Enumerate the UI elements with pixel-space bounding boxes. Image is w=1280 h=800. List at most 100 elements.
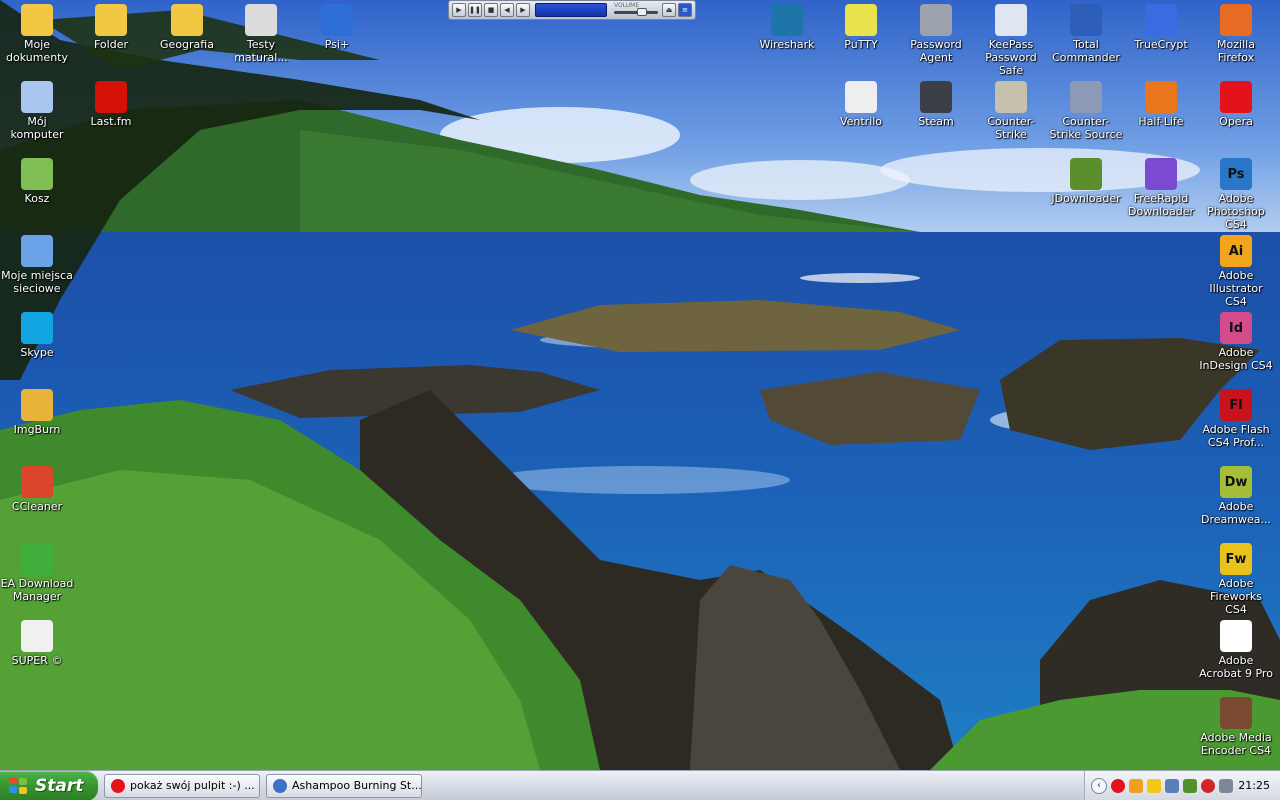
wireshark-icon	[771, 4, 803, 36]
desktop-icon-label: CCleaner	[11, 500, 63, 513]
desktop-icon[interactable]: Last.fm	[74, 79, 148, 128]
indesign-icon: Id	[1220, 312, 1252, 344]
desktop-icon-label: Adobe Illustrator CS4	[1209, 269, 1263, 308]
desktop-icon-label: Folder	[94, 38, 128, 51]
desktop-icon[interactable]: PuTTY	[824, 2, 898, 51]
firefox-icon	[1220, 4, 1252, 36]
desktop-icon[interactable]: Password Agent	[899, 2, 973, 64]
desktop-icon[interactable]: Dw Adobe Dreamwea...	[1199, 464, 1273, 526]
password-agent-icon	[920, 4, 952, 36]
desktop-icon[interactable]: CCleaner	[0, 464, 74, 513]
desktop-icon[interactable]: Mozilla Firefox	[1199, 2, 1273, 64]
desktop-icon[interactable]: Skype	[0, 310, 74, 359]
icon-glyph: Ai	[1228, 243, 1244, 259]
next-icon[interactable]: ▶	[516, 3, 530, 17]
freerapid-icon	[1145, 158, 1177, 190]
desktop-icon[interactable]: Counter-Strike Source	[1049, 79, 1123, 141]
desktop-icon[interactable]: Kosz	[0, 156, 74, 205]
desktop-icon-label: Half-Life	[1138, 115, 1184, 128]
desktop-icon[interactable]: Mój komputer	[0, 79, 74, 141]
dreamweaver-icon: Dw	[1220, 466, 1252, 498]
desktop-icon[interactable]: KeePass Password Safe	[974, 2, 1048, 77]
desktop-icon[interactable]: ImgBurn	[0, 387, 74, 436]
opera-tray-icon[interactable]	[1111, 778, 1125, 793]
taskbar-button[interactable]: pokaż swój pulpit :-) ...	[104, 773, 260, 798]
ashampoo-icon	[273, 778, 287, 793]
icon-glyph: Fl	[1229, 397, 1243, 413]
psi-plus-icon	[321, 4, 353, 36]
desktop-icon[interactable]: Fl Adobe Flash CS4 Prof...	[1199, 387, 1273, 449]
desktop-icon[interactable]: Moje dokumenty	[0, 2, 74, 64]
network-tray-icon[interactable]	[1165, 778, 1179, 793]
pause-icon[interactable]: ❚❚	[468, 3, 482, 17]
opera-icon	[1220, 81, 1252, 113]
desktop-icon[interactable]: Psi+	[300, 2, 374, 51]
start-label: Start	[35, 775, 84, 796]
icon-glyph: Id	[1228, 320, 1244, 336]
desktop-icon[interactable]: Testy matural...	[224, 2, 298, 64]
desktop-icon-label: Geografia	[160, 38, 214, 51]
desktop-icon[interactable]: Id Adobe InDesign CS4	[1199, 310, 1273, 372]
favorites-tray-icon[interactable]	[1147, 778, 1161, 793]
taskbar-button[interactable]: Ashampoo Burning St...	[266, 773, 422, 798]
desktop-icon[interactable]: Folder	[74, 2, 148, 51]
desktop-icon[interactable]: TrueCrypt	[1124, 2, 1198, 51]
jdownloader-icon	[1070, 158, 1102, 190]
steam-icon	[920, 81, 952, 113]
desktop-icon-label: PuTTY	[844, 38, 878, 51]
desktop-icon-label: Adobe Acrobat 9 Pro	[1199, 654, 1273, 680]
stop-icon[interactable]: ■	[484, 3, 498, 17]
start-button[interactable]: Start	[0, 770, 98, 800]
downloader-tray-icon[interactable]	[1183, 778, 1197, 793]
tray-expand-icon[interactable]: ‹	[1091, 777, 1107, 794]
desktop-icon[interactable]: FreeRapid Downloader	[1124, 156, 1198, 218]
volume-tray-icon[interactable]	[1219, 778, 1233, 793]
desktop-icon-label: Kosz	[24, 192, 50, 205]
desktop-icon[interactable]: Adobe Media Encoder CS4	[1199, 695, 1273, 757]
desktop-icon-label: Wireshark	[759, 38, 815, 51]
volume-track	[614, 11, 658, 14]
system-tray: ‹ 21:25	[1084, 770, 1280, 800]
recycle-bin-icon	[21, 158, 53, 190]
my-computer-icon	[21, 81, 53, 113]
half-life-icon	[1145, 81, 1177, 113]
desktop-icon[interactable]: Ps Adobe Photoshop CS4	[1199, 156, 1273, 231]
ea-icon	[21, 543, 53, 575]
icon-glyph: Ps	[1227, 166, 1245, 182]
desktop-icon[interactable]: Fw Adobe Fireworks CS4	[1199, 541, 1273, 616]
icon-glyph: Fw	[1225, 551, 1247, 567]
desktop-icon-label: Adobe Flash CS4 Prof...	[1202, 423, 1270, 449]
ventrilo-icon	[845, 81, 877, 113]
desktop-icon[interactable]: Counter-Strike	[974, 79, 1048, 141]
desktop-icon[interactable]: Half-Life	[1124, 79, 1198, 128]
player-menu-icon[interactable]: ≡	[678, 3, 692, 17]
desktop-icon[interactable]: SUPER ©	[0, 618, 74, 667]
desktop-icon[interactable]: EA Download Manager	[0, 541, 74, 603]
desktop-icon-label: Moje miejsca sieciowe	[1, 269, 73, 295]
desktop-icon[interactable]: Adobe Acrobat 9 Pro	[1199, 618, 1273, 680]
desktop-icon[interactable]: Moje miejsca sieciowe	[0, 233, 74, 295]
fireworks-icon: Fw	[1220, 543, 1252, 575]
eject-icon[interactable]: ⏏	[662, 3, 676, 17]
desktop-icon-label: Adobe Media Encoder CS4	[1200, 731, 1272, 757]
previous-icon[interactable]: ◀	[500, 3, 514, 17]
volume-knob[interactable]	[637, 8, 647, 16]
media-encoder-icon	[1220, 697, 1252, 729]
desktop-icon[interactable]: JDownloader	[1049, 156, 1123, 205]
antivirus-tray-icon[interactable]	[1201, 778, 1215, 793]
opera-icon	[111, 778, 125, 793]
desktop-icon[interactable]: Total Commander	[1049, 2, 1123, 64]
desktop-icon[interactable]: Opera	[1199, 79, 1273, 128]
media-tray-icon[interactable]	[1129, 778, 1143, 793]
desktop-icon[interactable]: Steam	[899, 79, 973, 128]
desktop-icon[interactable]: Ventrilo	[824, 79, 898, 128]
desktop-icon-label: Adobe Photoshop CS4	[1207, 192, 1265, 231]
desktop-icon-label: Total Commander	[1052, 38, 1120, 64]
flash-icon: Fl	[1220, 389, 1252, 421]
desktop-icon[interactable]: Geografia	[150, 2, 224, 51]
volume-slider[interactable]: VOLUME	[612, 2, 660, 17]
desktop-icon[interactable]: Wireshark	[750, 2, 824, 51]
desktop-icon-label: Password Agent	[910, 38, 962, 64]
desktop-icon[interactable]: Ai Adobe Illustrator CS4	[1199, 233, 1273, 308]
play-icon[interactable]: ▶	[452, 3, 466, 17]
